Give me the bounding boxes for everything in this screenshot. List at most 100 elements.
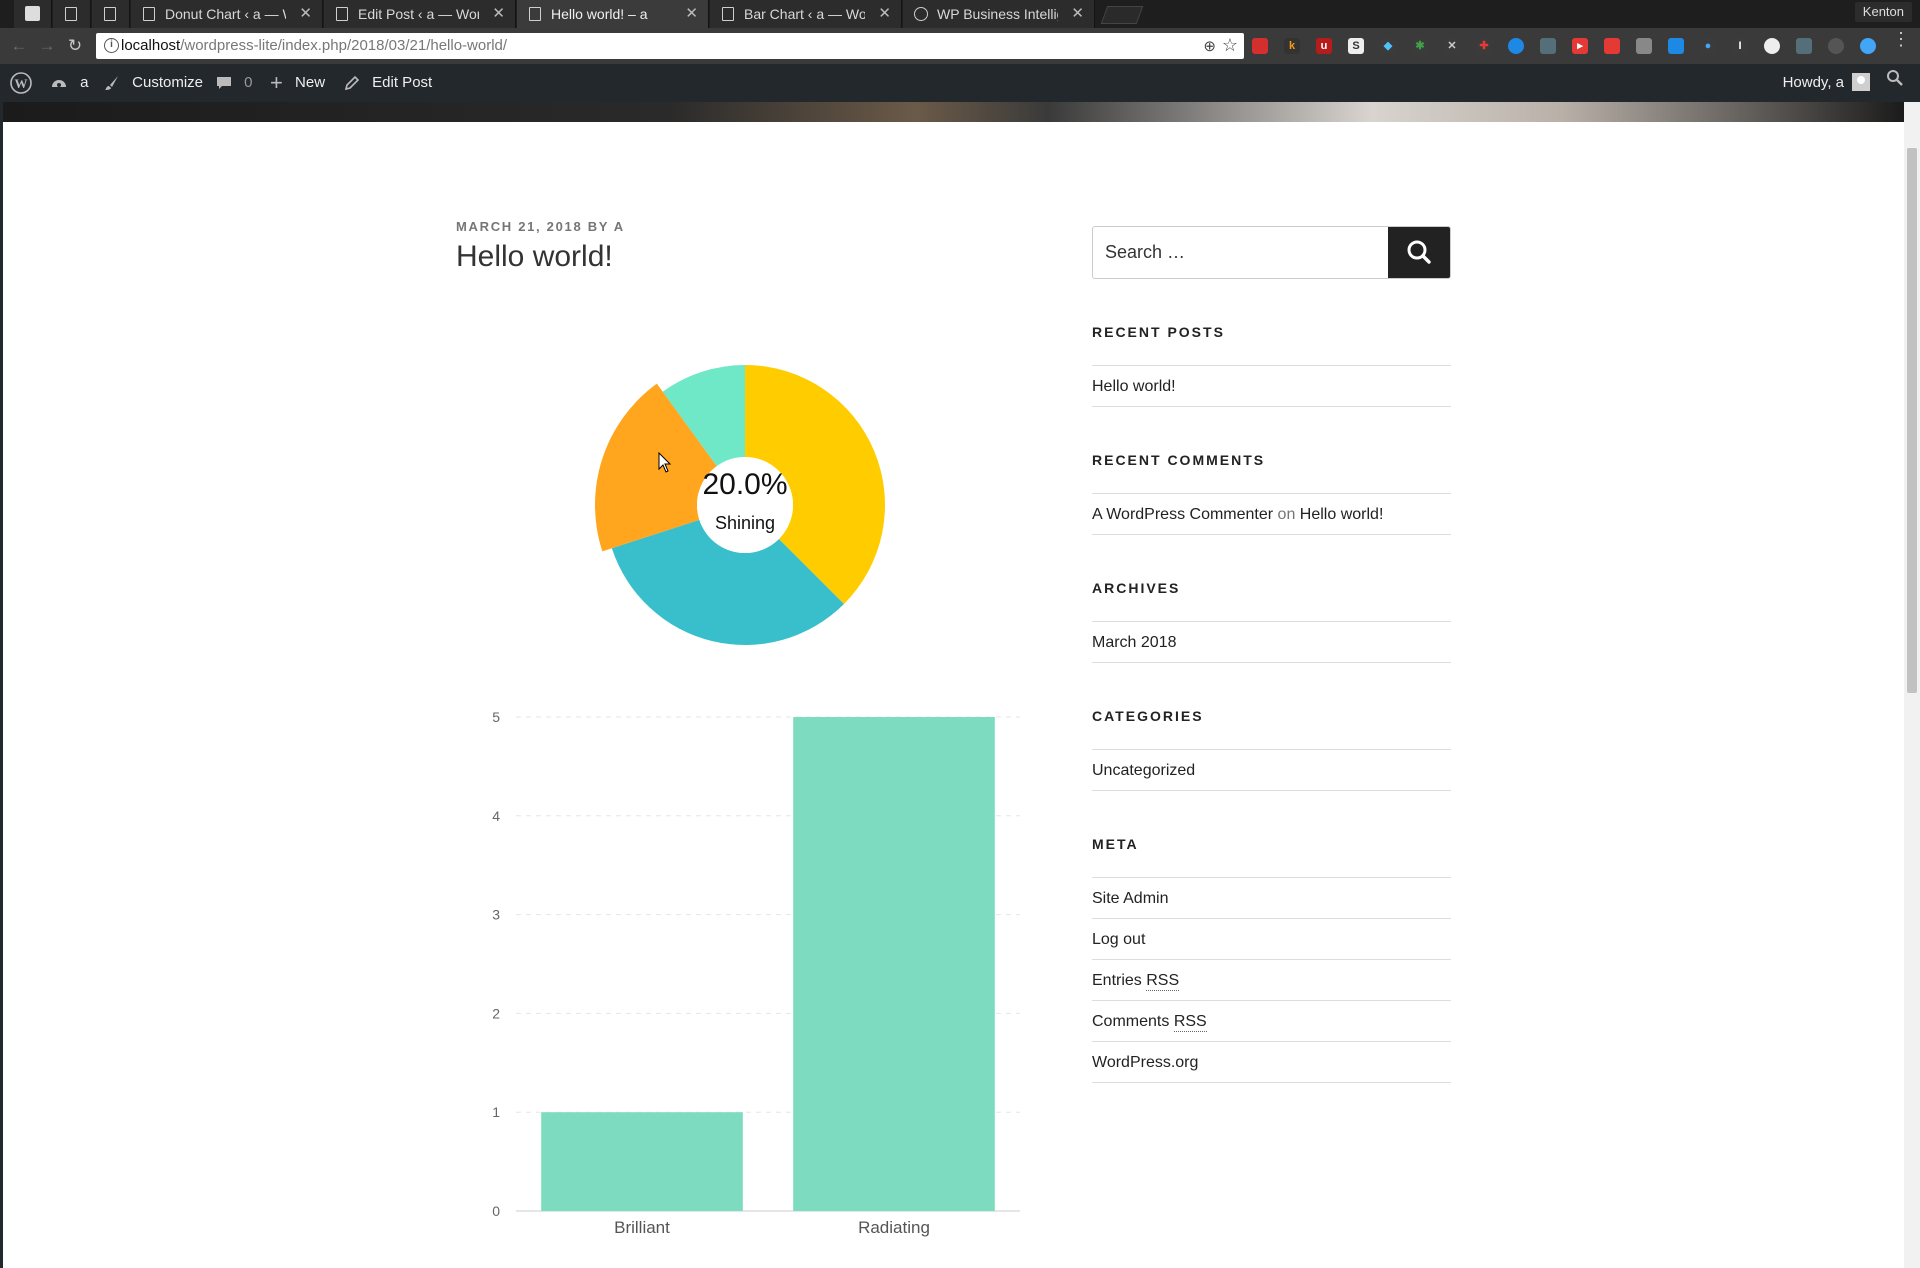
search-page-icon	[25, 6, 40, 21]
recent-comment-item: A WordPress Commenter on Hello world!	[1092, 494, 1451, 535]
header-image	[3, 102, 1904, 122]
post-author[interactable]: a	[614, 219, 625, 234]
pinned-tab-page-2[interactable]	[92, 0, 130, 28]
bar-brilliant[interactable]	[541, 1112, 743, 1211]
my-account-menu[interactable]: Howdy, a	[1783, 64, 1844, 102]
url-text: localhost/wordpress-lite/index.php/2018/…	[121, 33, 507, 59]
extension-icon[interactable]	[1540, 38, 1556, 54]
extension-icon[interactable]	[1252, 38, 1268, 54]
extension-icon[interactable]	[1604, 38, 1620, 54]
extension-icon[interactable]	[1668, 38, 1684, 54]
extension-icon[interactable]: ✚	[1476, 38, 1492, 54]
pencil-icon	[344, 75, 360, 91]
scrollbar-thumb[interactable]	[1907, 148, 1917, 693]
document-icon	[529, 7, 541, 21]
search-button[interactable]	[1388, 227, 1450, 278]
entries-label: Entries	[1092, 972, 1142, 989]
close-tab-icon[interactable]: ✕	[492, 0, 505, 28]
extension-icon[interactable]: k	[1284, 38, 1300, 54]
rss-abbr: RSS	[1146, 972, 1180, 991]
forward-icon[interactable]: →	[36, 35, 58, 57]
tab-bar-chart[interactable]: Bar Chart ‹ a — Wor ✕	[710, 0, 902, 28]
close-tab-icon[interactable]: ✕	[878, 0, 891, 28]
plus-icon: +	[270, 70, 283, 96]
comments-link[interactable]: 0	[216, 64, 253, 102]
recent-posts-list: Hello world!	[1092, 365, 1451, 407]
reload-icon[interactable]: ↻	[64, 35, 86, 57]
extension-icon[interactable]: ▸	[1572, 38, 1588, 54]
extension-icon[interactable]	[1508, 38, 1524, 54]
comment-author-link[interactable]: A WordPress Commenter	[1092, 506, 1273, 523]
post-meta: March 21, 2018 by a	[456, 219, 625, 234]
mouse-cursor-icon	[658, 452, 672, 473]
browser-tab-strip: Donut Chart ‹ a — W ✕ Edit Post ‹ a — Wo…	[0, 0, 1920, 28]
meta-log-out[interactable]: Log out	[1092, 919, 1451, 960]
dashboard-icon	[52, 80, 66, 88]
browser-toolbar: ← → ↻ i localhost/wordpress-lite/index.p…	[0, 28, 1920, 64]
x-tick-label: Radiating	[858, 1218, 930, 1237]
edit-post-link[interactable]: Edit Post	[344, 64, 432, 102]
tab-wp-business[interactable]: WP Business Intellig ✕	[903, 0, 1095, 28]
customize-link[interactable]: Customize	[104, 64, 203, 102]
tab-hello-world[interactable]: Hello world! – a ✕	[517, 0, 709, 28]
extension-icon[interactable]: ✱	[1412, 38, 1428, 54]
back-icon[interactable]: ←	[8, 35, 30, 57]
archive-item[interactable]: March 2018	[1092, 622, 1451, 663]
post-by: by	[587, 219, 609, 234]
category-item[interactable]: Uncategorized	[1092, 750, 1451, 791]
info-icon[interactable]: i	[104, 38, 119, 53]
meta-title: Meta	[1092, 836, 1139, 852]
extension-icon[interactable]	[1636, 38, 1652, 54]
tab-title: WP Business Intellig	[937, 6, 1058, 22]
recent-post-item[interactable]: Hello world!	[1092, 366, 1451, 407]
post-date[interactable]: March 21, 2018	[456, 219, 582, 234]
pinned-tab-search[interactable]	[14, 0, 52, 28]
extension-icon[interactable]	[1764, 38, 1780, 54]
address-bar[interactable]: i localhost/wordpress-lite/index.php/201…	[96, 33, 1244, 59]
meta-entries-rss[interactable]: Entries RSS	[1092, 960, 1451, 1001]
recent-comments-list: A WordPress Commenter on Hello world!	[1092, 493, 1451, 535]
extension-icon[interactable]	[1828, 38, 1844, 54]
search-form	[1092, 226, 1451, 279]
search-input[interactable]	[1105, 227, 1365, 278]
zoom-icon[interactable]: ⊕	[1203, 37, 1216, 55]
extension-icon[interactable]: I	[1732, 38, 1748, 54]
admin-search-icon[interactable]	[1886, 64, 1904, 102]
document-icon	[336, 7, 348, 21]
close-tab-icon[interactable]: ✕	[299, 0, 312, 28]
meta-wordpress-org[interactable]: WordPress.org	[1092, 1042, 1451, 1083]
tab-donut-chart[interactable]: Donut Chart ‹ a — W ✕	[131, 0, 323, 28]
meta-site-admin[interactable]: Site Admin	[1092, 878, 1451, 919]
tab-edit-post[interactable]: Edit Post ‹ a — Word ✕	[324, 0, 516, 28]
comment-post-link[interactable]: Hello world!	[1300, 506, 1384, 523]
tab-title: Donut Chart ‹ a — W	[165, 6, 286, 22]
site-name-menu[interactable]: a	[50, 64, 89, 102]
browser-menu-icon[interactable]: ⋮	[1892, 30, 1910, 48]
extension-icon[interactable]: S	[1348, 38, 1364, 54]
profile-button[interactable]: Kenton	[1854, 2, 1912, 22]
extension-icon[interactable]: ✕	[1444, 38, 1460, 54]
close-tab-icon[interactable]: ✕	[1071, 0, 1084, 28]
donut-center-value: 20.0%	[702, 468, 788, 501]
extension-icon[interactable]: u	[1316, 38, 1332, 54]
new-content-menu[interactable]: + New	[270, 64, 325, 102]
wp-logo-menu[interactable]: W	[10, 64, 40, 102]
bar-radiating[interactable]	[793, 717, 995, 1211]
pinned-tab-page-1[interactable]	[53, 0, 91, 28]
extension-icon[interactable]	[1860, 38, 1876, 54]
bookmark-star-icon[interactable]: ☆	[1222, 35, 1238, 56]
url-host: localhost	[121, 37, 181, 54]
close-tab-icon[interactable]: ✕	[685, 0, 698, 28]
extension-icon[interactable]	[1796, 38, 1812, 54]
new-tab-button[interactable]	[1100, 6, 1144, 24]
document-icon	[143, 7, 155, 21]
meta-comments-rss[interactable]: Comments RSS	[1092, 1001, 1451, 1042]
document-icon	[722, 7, 734, 21]
edit-post-label: Edit Post	[372, 74, 433, 91]
extension-icon[interactable]: ●	[1700, 38, 1716, 54]
site-name: a	[80, 74, 89, 91]
extension-icon[interactable]: ◆	[1380, 38, 1396, 54]
avatar[interactable]	[1852, 73, 1870, 91]
brush-icon	[105, 76, 118, 91]
y-tick-label: 1	[492, 1104, 500, 1120]
